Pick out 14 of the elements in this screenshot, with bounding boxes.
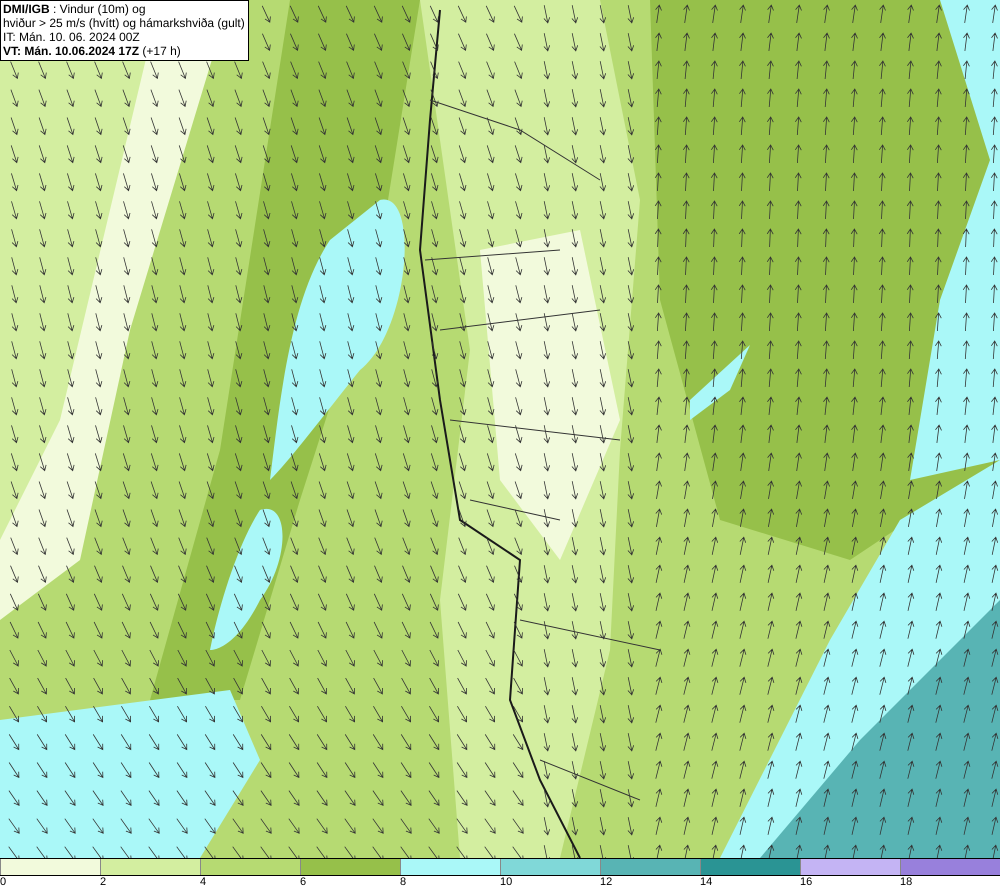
header-line: DMI/IGB : Vindur (10m) og	[3, 2, 146, 16]
header-line: VT: Mán. 10.06.2024 17Z (+17 h)	[3, 44, 182, 58]
header-line: hviður > 25 m/s (hvítt) og hámarkshviða (gult)	[3, 16, 245, 30]
legend-tick-label: 0	[0, 876, 6, 887]
legend-tick-label: 14	[700, 876, 712, 887]
header-line: IT: Mán. 10. 06. 2024 00Z	[3, 30, 141, 44]
legend-tick-label: 8	[400, 876, 406, 887]
legend-tick-label: 18	[900, 876, 912, 887]
legend-tick-label: 10	[500, 876, 512, 887]
legend-tick-label: 4	[200, 876, 206, 887]
legend-tick-label: 16	[800, 876, 812, 887]
legend-tick-label: 2	[100, 876, 106, 887]
legend-tick-label: 12	[600, 876, 612, 887]
legend-tick-label: 6	[300, 876, 306, 887]
